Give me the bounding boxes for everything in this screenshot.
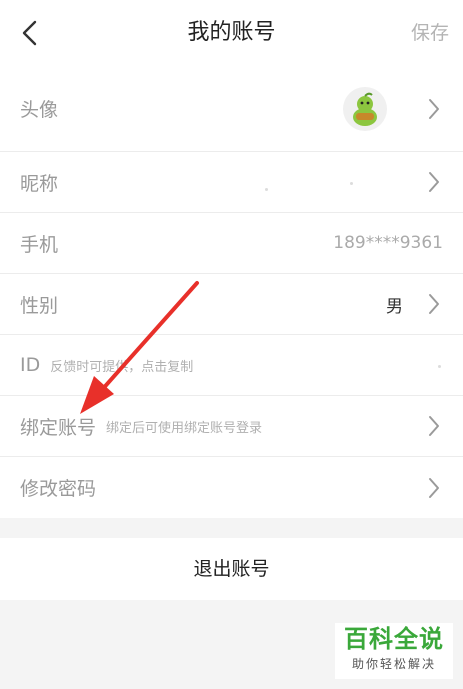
watermark: 百科全说 助你轻松解决 <box>335 623 453 679</box>
row-label: ID <box>20 354 41 376</box>
logout-button[interactable]: 退出账号 <box>0 538 463 600</box>
row-bind-account[interactable]: 绑定账号 绑定后可使用绑定账号登录 <box>0 396 463 457</box>
row-change-password[interactable]: 修改密码 <box>0 457 463 518</box>
phone-value: 189****9361 <box>333 233 443 253</box>
account-settings-list: 头像 昵称 手机 189****9361 性别 男 ID 反馈时可提供，点击复制… <box>0 66 463 518</box>
row-id[interactable]: ID 反馈时可提供，点击复制 <box>0 335 463 396</box>
row-label: 手机 <box>20 233 59 256</box>
blurred-mark <box>438 365 441 368</box>
top-bar: 我的账号 保存 <box>0 0 463 66</box>
chevron-right-icon <box>429 294 439 314</box>
row-avatar[interactable]: 头像 <box>0 66 463 152</box>
row-nickname[interactable]: 昵称 <box>0 152 463 213</box>
watermark-subtitle: 助你轻松解决 <box>351 657 436 671</box>
blurred-mark <box>265 188 268 191</box>
row-label: 绑定账号 <box>20 416 97 439</box>
chevron-right-icon <box>429 172 439 192</box>
chevron-right-icon <box>429 98 439 119</box>
row-label: 修改密码 <box>20 478 97 500</box>
row-gender[interactable]: 性别 男 <box>0 274 463 335</box>
chevron-right-icon <box>429 477 439 498</box>
row-label: 性别 <box>20 294 59 317</box>
watermark-title: 百科全说 <box>344 625 444 653</box>
blurred-mark <box>350 182 353 185</box>
section-gap <box>0 518 463 538</box>
row-hint: 绑定后可使用绑定账号登录 <box>106 420 263 436</box>
page-title: 我的账号 <box>187 20 276 45</box>
chevron-right-icon <box>429 416 439 436</box>
gender-value: 男 <box>386 296 403 317</box>
row-hint: 反馈时可提供，点击复制 <box>50 359 194 375</box>
save-button[interactable]: 保存 <box>411 0 449 66</box>
row-label: 昵称 <box>20 172 59 195</box>
row-phone[interactable]: 手机 189****9361 <box>0 213 463 274</box>
avatar[interactable] <box>343 86 387 131</box>
row-label: 头像 <box>20 99 59 121</box>
avatar-icon <box>353 92 377 126</box>
